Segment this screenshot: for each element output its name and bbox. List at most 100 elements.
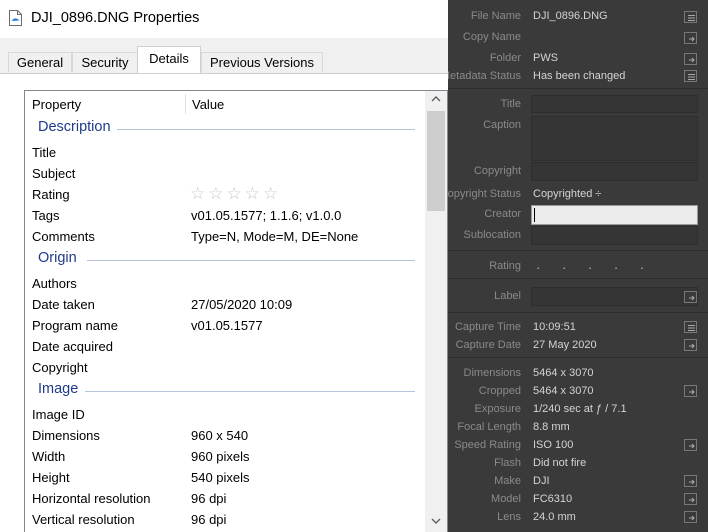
label-speed-rating: Speed Rating <box>454 439 521 451</box>
property-row-comments[interactable]: Comments Type=N, Mode=M, DE=None <box>25 226 425 247</box>
property-name: Image ID <box>32 407 85 422</box>
go-button[interactable] <box>684 53 697 65</box>
label-copyright-status: Copyright Status <box>448 188 521 200</box>
copyright-status-select[interactable]: Copyrighted ÷ <box>533 188 601 200</box>
star-icon[interactable]: ☆ <box>263 184 281 204</box>
label-copyright: Copyright <box>473 165 521 177</box>
property-row-height[interactable]: Height 540 pixels <box>25 467 425 488</box>
star-icon[interactable]: ☆ <box>245 184 263 204</box>
go-button[interactable] <box>684 385 697 397</box>
property-row-dimensions[interactable]: Dimensions 960 x 540 <box>25 425 425 446</box>
go-button[interactable] <box>684 339 697 351</box>
property-row-horizontal-resolution[interactable]: Horizontal resolution 96 dpi <box>25 488 425 509</box>
scroll-down-button[interactable] <box>425 513 447 530</box>
label-label: Label <box>494 290 521 302</box>
go-button[interactable] <box>684 493 697 505</box>
property-row-width[interactable]: Width 960 pixels <box>25 446 425 467</box>
value-cropped: 5464 x 3070 <box>533 385 594 397</box>
value-capture-date: 27 May 2020 <box>533 339 597 351</box>
go-button[interactable] <box>684 291 697 303</box>
sublocation-field[interactable] <box>531 226 698 245</box>
property-value: 540 pixels <box>191 470 250 485</box>
label-cropped: Cropped <box>478 385 521 397</box>
label-sublocation: Sublocation <box>463 229 522 241</box>
list-icon <box>688 325 695 331</box>
property-row-tags[interactable]: Tags v01.05.1577; 1.1.6; v1.0.0 <box>25 205 425 226</box>
list-action-button[interactable] <box>684 321 697 333</box>
go-button[interactable] <box>684 32 697 44</box>
column-header-value[interactable]: Value <box>192 97 224 112</box>
vertical-scrollbar[interactable] <box>425 91 447 532</box>
property-row-program-name[interactable]: Program name v01.05.1577 <box>25 315 425 336</box>
section-divider <box>448 278 708 279</box>
property-row-authors[interactable]: Authors <box>25 273 425 294</box>
column-divider[interactable] <box>185 94 186 114</box>
tab-details[interactable]: Details <box>137 46 201 73</box>
label-copy-name: Copy Name <box>462 31 521 43</box>
creator-input[interactable] <box>531 205 698 225</box>
value-speed-rating: ISO 100 <box>533 439 574 451</box>
property-row-date-acquired[interactable]: Date acquired <box>25 336 425 357</box>
tab-previous-versions[interactable]: Previous Versions <box>201 52 323 72</box>
group-description: Description <box>25 116 425 142</box>
tab-strip: General Security Details Previous Versio… <box>0 38 448 73</box>
label-capture-time: Capture Time <box>454 321 521 333</box>
scroll-up-button[interactable] <box>425 91 447 108</box>
property-rows: Description Title Subject Rating ☆☆☆☆☆ T… <box>25 116 425 530</box>
details-list[interactable]: Property Value Description Title Subject <box>24 90 448 532</box>
value-make: DJI <box>533 475 550 487</box>
star-icon[interactable]: ☆ <box>227 184 245 204</box>
rating-dots[interactable]: · · · · · <box>536 260 653 275</box>
label-field[interactable] <box>531 287 698 306</box>
label-folder: Folder <box>489 52 521 64</box>
tab-general[interactable]: General <box>8 52 72 72</box>
tab-security[interactable]: Security <box>72 52 138 72</box>
metadata-panel: File Name DJI_0896.DNG Copy Name Folder … <box>448 0 708 532</box>
property-row-title[interactable]: Title <box>25 142 425 163</box>
list-action-button[interactable] <box>684 70 697 82</box>
rating-stars[interactable]: ☆☆☆☆☆ <box>190 184 281 204</box>
label-flash: Flash <box>494 457 521 469</box>
property-name: Copyright <box>32 360 88 375</box>
label-focal-length: Focal Length <box>457 421 521 433</box>
arrow-right-icon <box>689 515 695 521</box>
property-row-date-taken[interactable]: Date taken 27/05/2020 10:09 <box>25 294 425 315</box>
value-file-name[interactable]: DJI_0896.DNG <box>533 10 608 22</box>
go-button[interactable] <box>684 439 697 451</box>
value-folder[interactable]: PWS <box>533 52 558 64</box>
label-dimensions: Dimensions <box>463 367 521 379</box>
copyright-field[interactable] <box>531 162 698 181</box>
value-focal-length: 8.8 mm <box>533 421 570 433</box>
star-icon[interactable]: ☆ <box>190 184 208 204</box>
property-row-vertical-resolution[interactable]: Vertical resolution 96 dpi <box>25 509 425 530</box>
column-header-property[interactable]: Property <box>32 97 81 112</box>
label-file-name: File Name <box>470 10 521 22</box>
property-name: Horizontal resolution <box>32 491 151 506</box>
property-row-subject[interactable]: Subject <box>25 163 425 184</box>
caption-field[interactable] <box>531 116 698 161</box>
go-button[interactable] <box>684 475 697 487</box>
section-divider <box>448 357 708 358</box>
value-dimensions: 5464 x 3070 <box>533 367 594 379</box>
property-row-image-id[interactable]: Image ID <box>25 404 425 425</box>
chevron-down-icon <box>431 518 441 524</box>
go-button[interactable] <box>684 511 697 523</box>
property-value: 96 dpi <box>191 491 227 506</box>
section-divider <box>448 312 708 313</box>
property-name: Date acquired <box>32 339 113 354</box>
property-value: v01.05.1577; 1.1.6; v1.0.0 <box>191 208 342 223</box>
scrollbar-thumb[interactable] <box>427 111 445 211</box>
value-exposure: 1/240 sec at ƒ / 7.1 <box>533 403 627 415</box>
star-icon[interactable]: ☆ <box>208 184 226 204</box>
title-field[interactable] <box>531 95 698 113</box>
property-value: 960 x 540 <box>191 428 249 443</box>
group-divider-line <box>85 391 415 392</box>
label-exposure: Exposure <box>474 403 521 415</box>
file-icon <box>9 10 22 26</box>
property-row-rating[interactable]: Rating ☆☆☆☆☆ <box>25 184 425 205</box>
label-capture-date: Capture Date <box>455 339 521 351</box>
arrow-right-icon <box>689 343 695 349</box>
label-caption: Caption <box>483 119 521 131</box>
list-action-button[interactable] <box>684 11 697 23</box>
property-row-copyright[interactable]: Copyright <box>25 357 425 378</box>
